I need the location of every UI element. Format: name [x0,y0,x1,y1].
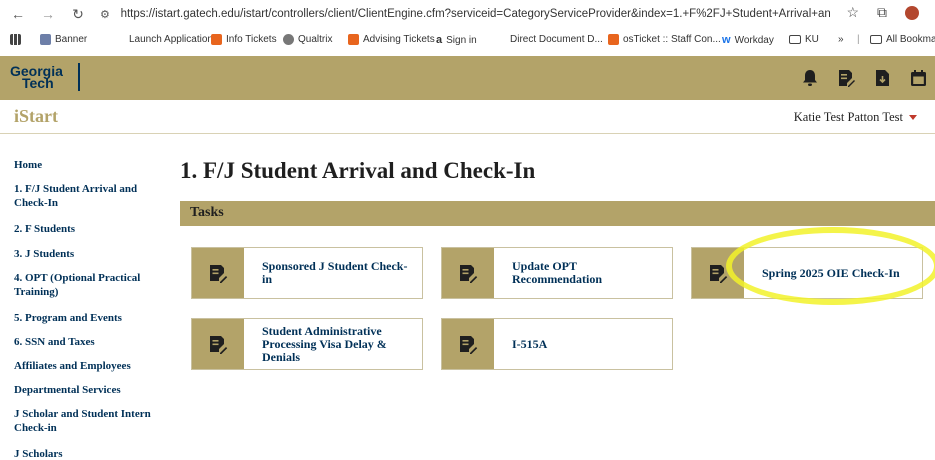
ticket-icon [348,34,359,45]
workday-icon: w [722,34,731,46]
bookmark-direct-document[interactable]: Direct Document D... [510,34,603,45]
sidebar-item-f-students[interactable]: 2. F Students [14,222,164,236]
site-info-icon[interactable]: ⚙ [100,8,117,21]
bookmark-osticket[interactable]: osTicket :: Staff Con... [608,34,721,45]
georgia-tech-logo[interactable]: Georgia Tech [10,62,90,94]
bookmark-banner[interactable]: Banner [40,34,87,45]
bookmark-info-tickets[interactable]: Info Tickets [211,34,277,45]
bookmark-all-bookmarks[interactable]: All Bookmarks [870,34,935,45]
sidebar-item-j-scholars[interactable]: J Scholars [14,447,164,460]
bookmark-qualtrix[interactable]: Qualtrix [283,34,332,45]
bookmark-label: Qualtrix [298,34,333,45]
document-download-icon[interactable] [873,68,891,88]
bookmark-label: Info Tickets [226,34,277,45]
address-bar[interactable]: ⚙ https://istart.gatech.edu/istart/contr… [100,4,830,24]
bookmark-sign-in[interactable]: a Sign in [436,34,477,46]
tasks-heading: Tasks [190,205,224,220]
user-name: Katie Test Patton Test [793,110,903,124]
sidebar-item-affiliates-employees[interactable]: Affiliates and Employees [14,359,164,373]
sidebar-item-opt[interactable]: 4. OPT (Optional Practical Training) [14,271,164,299]
ticket-icon [608,34,619,45]
bookmark-ku[interactable]: KU [789,34,819,45]
logo-line-2: Tech [22,75,54,91]
bookmark-label: Sign in [446,34,477,46]
url-text: https://istart.gatech.edu/istart/control… [120,8,830,20]
forward-arrow-icon[interactable]: → [38,4,58,24]
apps-icon[interactable] [10,34,21,45]
profile-avatar[interactable] [905,5,919,20]
edit-document-icon [192,248,244,298]
task-label: I-515A [512,336,548,351]
bookmark-advising-tickets[interactable]: Advising Tickets [348,34,435,45]
tasks-section-header: Tasks [180,201,935,226]
more-bookmarks-icon: » [838,34,844,45]
site-header: Georgia Tech [0,56,935,100]
bookmark-launch-application[interactable]: Launch Application [129,34,213,45]
sidebar-item-program-events[interactable]: 5. Program and Events [14,311,164,325]
edit-document-icon [692,248,744,298]
task-card-update-opt-recommendation[interactable]: Update OPT Recommendation [441,247,673,299]
bookmark-workday[interactable]: w Workday [722,34,774,46]
browser-toolbar: ← → ↻ ⚙ https://istart.gatech.edu/istart… [0,0,935,28]
more-bookmarks-button[interactable]: » [838,34,844,45]
task-card-administrative-processing[interactable]: Student Administrative Processing Visa D… [191,318,423,370]
task-card-spring-2025-oie-check-in[interactable]: Spring 2025 OIE Check-In [691,247,923,299]
bookmark-label: Banner [55,34,88,45]
bookmarks-bar: Banner Launch Application Info Tickets Q… [0,28,935,54]
edit-note-icon[interactable] [837,68,855,88]
folder-icon [789,35,801,44]
folder-icon [870,35,882,44]
edit-document-icon [192,319,244,369]
bookmark-label: KU [805,34,819,45]
bookmark-label: All Bookmarks [886,34,935,45]
user-menu[interactable]: Katie Test Patton Test [794,110,917,125]
task-card-sponsored-j-check-in[interactable]: Sponsored J Student Check-in [191,247,423,299]
ticket-icon [211,34,222,45]
sidebar-item-ssn-taxes[interactable]: 6. SSN and Taxes [14,335,164,349]
reload-icon[interactable]: ↻ [68,4,88,24]
sidebar-item-home[interactable]: Home [14,158,164,172]
app-title[interactable]: iStart [14,106,58,127]
edit-document-icon [442,319,494,369]
app-bar: iStart Katie Test Patton Test [0,100,935,134]
logo-tower-mark [78,63,80,91]
sidebar-item-j-scholar-intern[interactable]: J Scholar and Student Intern Check-in [14,407,164,435]
bookmark-label: Workday [734,34,774,46]
sidebar-item-j-students[interactable]: 3. J Students [14,247,164,261]
qualtrics-icon [283,34,294,45]
task-label: Sponsored J Student Check-in [262,259,408,286]
divider: | [857,34,860,45]
back-arrow-icon[interactable]: ← [8,4,28,24]
task-label: Student Administrative Processing Visa D… [262,323,387,364]
banner-icon [40,34,51,45]
chevron-down-icon [909,115,917,120]
amazon-icon: a [436,34,443,46]
bookmark-label: Direct Document D... [510,34,603,45]
calendar-icon[interactable] [909,68,927,88]
sidebar-item-arrival-check-in[interactable]: 1. F/J Student Arrival and Check-In [14,182,164,210]
bookmark-label: Launch Application [129,34,213,45]
extensions-icon[interactable]: ⧉ [877,4,887,21]
task-label: Spring 2025 OIE Check-In [762,265,900,280]
task-label: Update OPT Recommendation [512,259,602,286]
edit-document-icon [442,248,494,298]
bookmark-label: Advising Tickets [363,34,435,45]
task-card-i-515a[interactable]: I-515A [441,318,673,370]
bell-icon[interactable] [801,68,819,88]
bookmark-label: osTicket :: Staff Con... [623,34,721,45]
bookmark-star-icon[interactable]: ☆ [846,4,859,21]
page-title: 1. F/J Student Arrival and Check-In [180,158,536,183]
sidebar-item-departmental-services[interactable]: Departmental Services [14,383,164,397]
